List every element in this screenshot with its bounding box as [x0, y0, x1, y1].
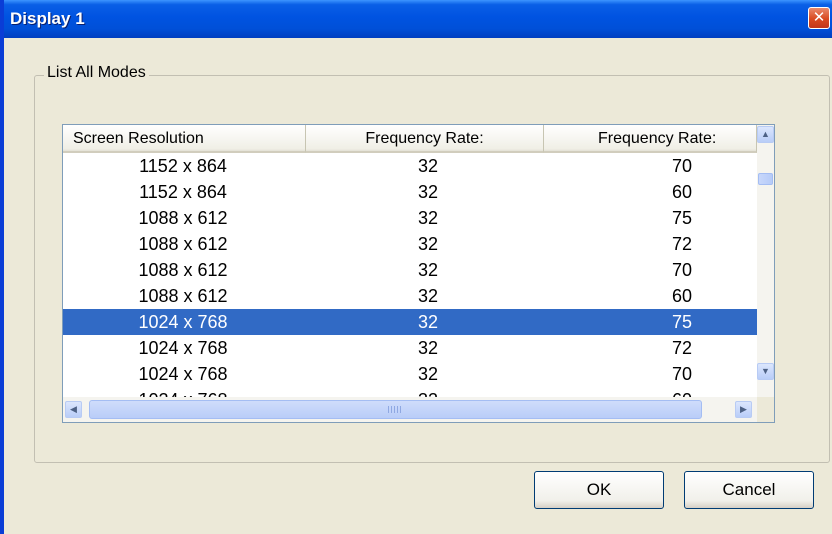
close-icon: ✕	[812, 9, 826, 26]
title-bar[interactable]: Display 1 ✕	[4, 0, 832, 38]
chevron-up-icon: ▲	[761, 129, 770, 139]
list-rows: 1152 x 864 32 70 1152 x 864 32 60 1088 x…	[63, 153, 757, 397]
cell-color-depth: 32	[417, 234, 439, 254]
cell-color-depth: 32	[417, 338, 439, 358]
cell-resolution: 1088 x 612	[138, 234, 228, 254]
cell-resolution: 1024 x 768	[138, 364, 228, 384]
cell-refresh-rate: 60	[657, 387, 707, 397]
cell-refresh-rate: 75	[671, 208, 693, 228]
cell-resolution: 1088 x 612	[138, 208, 228, 228]
list-header: Screen Resolution Frequency Rate: Freque…	[63, 125, 757, 153]
cell-color-depth: 32	[417, 182, 439, 202]
cell-resolution: 1024 x 768	[138, 312, 228, 332]
grip-icon	[388, 406, 402, 413]
cancel-button[interactable]: Cancel	[684, 471, 814, 509]
table-row[interactable]: 1088 x 612 32 75	[63, 205, 757, 231]
scroll-down-button[interactable]: ▼	[757, 363, 774, 380]
table-row[interactable]: 1024 x 768 32 72	[63, 335, 757, 361]
table-row-selected[interactable]: 1024 x 768 32 75	[63, 309, 757, 335]
column-header-frequency-2[interactable]: Frequency Rate:	[544, 125, 757, 153]
scrollbar-corner	[757, 397, 774, 422]
cell-refresh-rate: 70	[671, 156, 693, 176]
cell-refresh-rate: 70	[671, 364, 693, 384]
cell-color-depth: 32	[417, 260, 439, 280]
cell-refresh-rate: 75	[671, 312, 693, 332]
cell-resolution: 1152 x 864	[139, 182, 227, 202]
cell-refresh-rate: 72	[671, 234, 693, 254]
table-row[interactable]: 1088 x 612 32 72	[63, 231, 757, 257]
dialog-window: Display 1 ✕ List All Modes Screen Resolu…	[0, 0, 832, 534]
cell-resolution: 1088 x 612	[138, 286, 228, 306]
table-row[interactable]: 1088 x 612 32 60	[63, 283, 757, 309]
cell-refresh-rate: 70	[671, 260, 693, 280]
cell-refresh-rate: 72	[671, 338, 693, 358]
cell-resolution: 1024 x 768	[133, 387, 233, 397]
group-label: List All Modes	[44, 64, 149, 82]
window-title: Display 1	[10, 9, 85, 28]
cell-color-depth: 32	[417, 156, 439, 176]
close-button[interactable]: ✕	[808, 7, 830, 29]
vertical-scroll-thumb[interactable]	[758, 173, 773, 185]
column-header-frequency[interactable]: Frequency Rate:	[306, 125, 544, 153]
scroll-right-button[interactable]: ▶	[735, 401, 752, 418]
table-row[interactable]: 1024 x 768 32 70	[63, 361, 757, 387]
cell-resolution: 1088 x 612	[138, 260, 228, 280]
table-row[interactable]: 1152 x 864 32 60	[63, 179, 757, 205]
table-row[interactable]: 1152 x 864 32 70	[63, 153, 757, 179]
cell-refresh-rate: 60	[671, 182, 693, 202]
cell-color-depth: 32	[417, 286, 439, 306]
column-header-resolution[interactable]: Screen Resolution	[63, 125, 306, 153]
table-row[interactable]: 1088 x 612 32 70	[63, 257, 757, 283]
cell-color-depth: 32	[417, 208, 439, 228]
vertical-scrollbar[interactable]: ▲ ▼	[757, 125, 774, 397]
modes-list[interactable]: Screen Resolution Frequency Rate: Freque…	[62, 124, 775, 423]
chevron-left-icon: ◀	[70, 404, 77, 414]
scroll-up-button[interactable]: ▲	[757, 126, 774, 143]
chevron-down-icon: ▼	[761, 366, 770, 376]
horizontal-scroll-thumb[interactable]	[89, 400, 702, 419]
horizontal-scrollbar[interactable]: ◀ ▶	[63, 397, 757, 422]
cell-resolution: 1152 x 864	[139, 156, 227, 176]
cell-refresh-rate: 60	[671, 286, 693, 306]
chevron-right-icon: ▶	[740, 404, 747, 414]
cell-resolution: 1024 x 768	[138, 338, 228, 358]
table-row[interactable]: 1024 x 768 32 60	[63, 387, 757, 397]
cell-color-depth: 32	[417, 364, 439, 384]
cell-color-depth: 32	[403, 387, 453, 397]
cell-color-depth: 32	[417, 312, 439, 332]
ok-button[interactable]: OK	[534, 471, 664, 509]
scroll-left-button[interactable]: ◀	[65, 401, 82, 418]
